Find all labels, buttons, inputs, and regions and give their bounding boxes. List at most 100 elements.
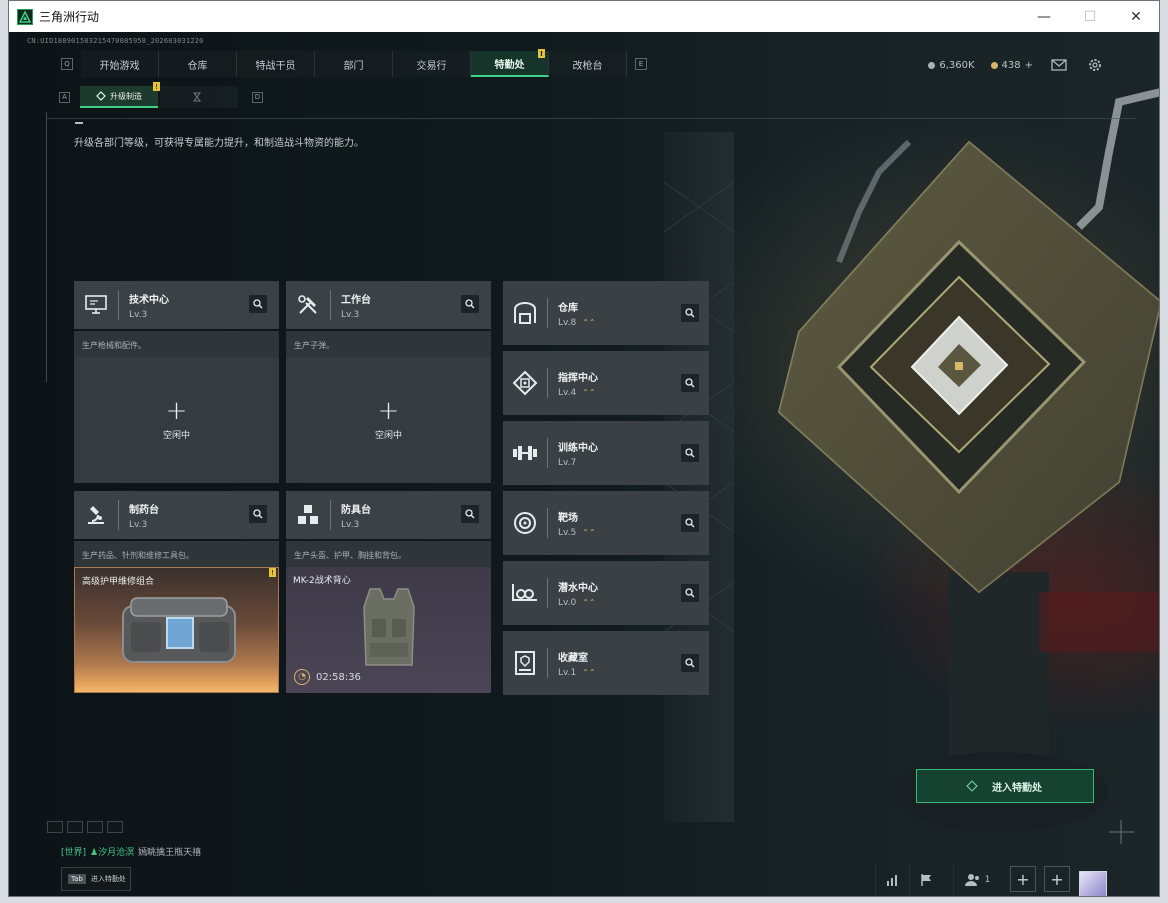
facility-name: 训练中心	[558, 442, 598, 454]
search-icon[interactable]	[681, 514, 699, 532]
alert-badge: !	[538, 49, 545, 58]
tab-hint-label: 进入特勤处	[90, 875, 126, 883]
search-icon[interactable]	[681, 654, 699, 672]
settings-gear-icon[interactable]	[1085, 56, 1105, 74]
quick-slot[interactable]	[47, 821, 63, 833]
nav-next-key[interactable]: E	[635, 58, 647, 70]
workshop-name: 防具台	[341, 504, 371, 516]
nav-prev-key[interactable]: Q	[61, 58, 73, 70]
diamond-icon	[966, 780, 978, 792]
stats-icon[interactable]	[875, 864, 909, 896]
craft-timer: ◔ 02:58:36	[294, 669, 361, 685]
minimize-button[interactable]: —	[1021, 1, 1067, 32]
silver-coin-icon	[928, 61, 936, 69]
tools-icon	[286, 281, 330, 329]
tab-start-game[interactable]: 开始游戏	[81, 51, 159, 77]
tab-department[interactable]: 部门	[315, 51, 393, 77]
search-icon[interactable]	[681, 444, 699, 462]
quick-slots	[47, 821, 123, 833]
search-icon[interactable]	[461, 505, 479, 523]
avatar[interactable]	[1079, 871, 1107, 896]
enter-special-ops-button[interactable]: 进入特勤处	[916, 769, 1094, 803]
team-count: 1	[984, 875, 991, 885]
team-button[interactable]: 1	[953, 864, 1001, 896]
flag-icon[interactable]	[909, 864, 943, 896]
enter-button-label: 进入特勤处	[992, 782, 1042, 794]
frame-line	[46, 112, 47, 382]
maximize-button[interactable]: ☐	[1067, 1, 1113, 32]
facility-card-command-center[interactable]: 指挥中心 Lv.4 ⌃⌃	[503, 351, 709, 415]
facility-level: Lv.1	[558, 667, 577, 678]
chat-channel: [世界]	[61, 848, 87, 858]
upgrade-arrow-icon: ⌃⌃	[582, 387, 596, 397]
timer-clock-icon: ◔	[294, 669, 310, 685]
upgrade-arrow-icon: ⌃⌃	[582, 667, 596, 677]
search-icon[interactable]	[249, 505, 267, 523]
close-button[interactable]: ✕	[1113, 1, 1159, 32]
add-icon: +	[165, 395, 188, 426]
craft-slot[interactable]: + 空闲中	[286, 357, 491, 483]
top-right-status: 6,360K 438 +	[928, 56, 1105, 74]
mail-icon[interactable]	[1049, 56, 1069, 74]
alert-badge: !	[269, 568, 276, 577]
upgrade-arrow-icon: ⌃⌃	[582, 317, 596, 327]
card-header: 技术中心 Lv.3	[74, 281, 279, 329]
workshop-card-armor-bench[interactable]: 防具台 Lv.3 生产头盔、护甲、胸挂和背包。 MK-2战术背心 ◔ 02:58…	[286, 491, 491, 693]
tab-gunsmith[interactable]: 改枪台	[549, 51, 627, 77]
subnav-prev-key[interactable]: A	[59, 91, 70, 103]
facility-name: 靶场	[558, 512, 578, 524]
chat-user: ♟汐月沧溟	[90, 848, 135, 858]
add-friend-button-2[interactable]: +	[1044, 866, 1070, 892]
workshop-card-workbench[interactable]: 工作台 Lv.3 生产子弹。 + 空闲中	[286, 281, 491, 483]
timer-value: 02:58:36	[316, 671, 361, 683]
search-icon[interactable]	[249, 295, 267, 313]
workshop-level: Lv.3	[129, 519, 148, 530]
session-id: CN:UID188901503215470085958_202603031220	[27, 37, 204, 45]
upgrade-arrow-icon: ⌃⌃	[582, 597, 596, 607]
facility-level: Lv.5	[558, 527, 577, 538]
gold-currency[interactable]: 438 +	[990, 60, 1033, 71]
tab-shortcut-hint[interactable]: Tab 进入特勤处	[61, 867, 131, 891]
quick-slot[interactable]	[67, 821, 83, 833]
facility-card-collection-room[interactable]: 收藏室 Lv.1 ⌃⌃	[503, 631, 709, 695]
workshop-card-tech-center[interactable]: 技术中心 Lv.3 生产枪械和配件。 + 空闲中	[74, 281, 279, 483]
facility-card-training-center[interactable]: 训练中心 Lv.7	[503, 421, 709, 485]
search-icon[interactable]	[461, 295, 479, 313]
diving-icon	[503, 561, 547, 625]
facility-card-shooting-range[interactable]: 靶场 Lv.5 ⌃⌃	[503, 491, 709, 555]
craft-slot-complete[interactable]: 高级护甲维修组合 !	[74, 567, 279, 693]
craft-slot-in-progress[interactable]: MK-2战术背心 ◔ 02:58:36	[286, 567, 491, 693]
sub-nav: A 升级制造 ! D	[59, 82, 263, 108]
craft-icon	[96, 91, 106, 101]
facility-card-warehouse[interactable]: 仓库 Lv.8 ⌃⌃	[503, 281, 709, 345]
facility-name: 指挥中心	[558, 372, 598, 384]
subtab-second[interactable]	[160, 86, 238, 108]
search-icon[interactable]	[681, 374, 699, 392]
workshop-card-pharmacy[interactable]: 制药台 Lv.3 生产药品、针剂和维修工具包。 高级护甲维修组合 !	[74, 491, 279, 693]
search-icon[interactable]	[681, 304, 699, 322]
tab-trading[interactable]: 交易行	[393, 51, 471, 77]
chat-message: 嫣眺擒王瓶天禧	[138, 848, 202, 858]
facility-name: 仓库	[558, 302, 578, 314]
workshop-subtitle: 生产子弹。	[286, 331, 491, 357]
monitor-icon	[74, 281, 118, 329]
tab-warehouse[interactable]: 仓库	[159, 51, 237, 77]
tab-label: 开始游戏	[99, 60, 140, 72]
chat-line[interactable]: [世界] ♟汐月沧溟 嫣眺擒王瓶天禧	[61, 845, 201, 858]
tab-label: 交易行	[416, 60, 447, 72]
microscope-icon	[74, 491, 118, 539]
search-icon[interactable]	[681, 584, 699, 602]
quick-slot[interactable]	[107, 821, 123, 833]
add-friend-button[interactable]: +	[1010, 866, 1036, 892]
tab-special-ops[interactable]: 特勤处 !	[471, 49, 549, 77]
quick-slot[interactable]	[87, 821, 103, 833]
silver-currency[interactable]: 6,360K	[928, 60, 975, 71]
tab-operators[interactable]: 特战干员	[237, 51, 315, 77]
craft-slot[interactable]: + 空闲中	[74, 357, 279, 483]
team-icon	[964, 874, 979, 886]
page-description: 升级各部门等级，可获得专属能力提升，和制造战斗物资的能力。	[74, 138, 364, 149]
tactical-vest-image	[363, 588, 415, 666]
facility-card-diving-center[interactable]: 潜水中心 Lv.0 ⌃⌃	[503, 561, 709, 625]
subnav-next-key[interactable]: D	[252, 91, 263, 103]
subtab-upgrade-craft[interactable]: 升级制造 !	[80, 82, 160, 108]
